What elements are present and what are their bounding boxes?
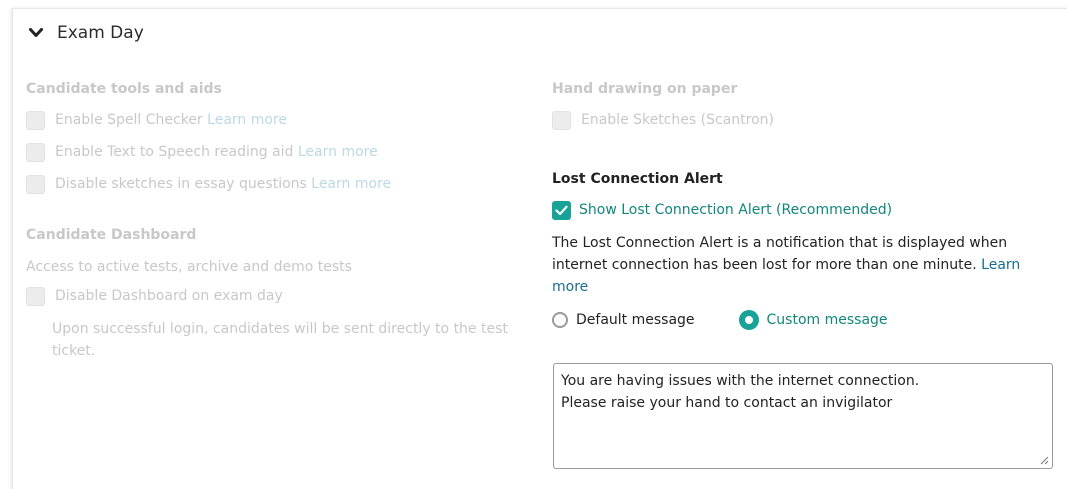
radio-custom-circle xyxy=(738,310,759,330)
dashboard-description: Access to active tests, archive and demo… xyxy=(26,259,352,275)
disable-dashboard-row: Disable Dashboard on exam day xyxy=(26,280,526,312)
alert-description: The Lost Connection Alert is a notificat… xyxy=(552,232,1032,298)
sketches-learn-more[interactable]: Learn more xyxy=(311,176,391,192)
section-toggle[interactable]: Exam Day xyxy=(29,23,144,43)
dashboard-note: Upon successful login, candidates will b… xyxy=(52,321,508,359)
alert-description-text: The Lost Connection Alert is a notificat… xyxy=(552,235,1008,273)
show-alert-row: Show Lost Connection Alert (Recommended) xyxy=(552,194,1042,226)
radio-custom-label: Custom message xyxy=(766,312,888,328)
radio-default-message[interactable]: Default message xyxy=(552,312,695,328)
sketches-label: Disable sketches in essay questions xyxy=(55,176,307,192)
disable-dashboard-checkbox[interactable] xyxy=(26,286,45,306)
message-line-2: Please raise your hand to contact an inv… xyxy=(561,395,893,411)
radio-custom-message[interactable]: Custom message xyxy=(738,310,888,330)
sketches-checkbox[interactable] xyxy=(26,174,45,194)
sketches-scantron-checkbox[interactable] xyxy=(552,110,571,130)
dashboard-title: Candidate Dashboard xyxy=(26,227,197,243)
left-column: Candidate tools and aids Enable Spell Ch… xyxy=(26,72,526,362)
tts-learn-more[interactable]: Learn more xyxy=(298,144,378,160)
radio-default-circle xyxy=(552,312,568,328)
show-alert-label: Show Lost Connection Alert (Recommended) xyxy=(579,202,893,218)
alert-title: Lost Connection Alert xyxy=(552,171,723,187)
tts-label: Enable Text to Speech reading aid xyxy=(55,144,294,160)
custom-message-textarea[interactable]: You are having issues with the internet … xyxy=(553,363,1053,469)
spell-checker-label: Enable Spell Checker xyxy=(55,112,203,128)
resize-handle-icon[interactable] xyxy=(1039,455,1049,465)
spell-checker-row: Enable Spell Checker Learn more xyxy=(26,104,526,136)
drawing-title: Hand drawing on paper xyxy=(552,81,738,97)
sketches-row: Disable sketches in essay questions Lear… xyxy=(26,168,526,200)
show-alert-checkbox[interactable] xyxy=(552,200,571,220)
message-line-1: You are having issues with the internet … xyxy=(561,373,920,389)
disable-dashboard-label: Disable Dashboard on exam day xyxy=(55,288,283,304)
tts-checkbox[interactable] xyxy=(26,142,45,162)
spell-checker-checkbox[interactable] xyxy=(26,110,45,130)
tools-title: Candidate tools and aids xyxy=(26,81,222,97)
message-radio-group: Default message Custom message xyxy=(552,310,1042,330)
checkmark-icon xyxy=(555,205,568,215)
section-title: Exam Day xyxy=(57,23,144,43)
radio-default-label: Default message xyxy=(576,312,695,328)
chevron-down-icon xyxy=(29,28,43,37)
sketches-scantron-label: Enable Sketches (Scantron) xyxy=(581,112,774,128)
tts-row: Enable Text to Speech reading aid Learn … xyxy=(26,136,526,168)
sketches-scantron-row: Enable Sketches (Scantron) xyxy=(552,104,1042,136)
spell-checker-learn-more[interactable]: Learn more xyxy=(207,112,287,128)
right-column: Hand drawing on paper Enable Sketches (S… xyxy=(552,72,1042,330)
